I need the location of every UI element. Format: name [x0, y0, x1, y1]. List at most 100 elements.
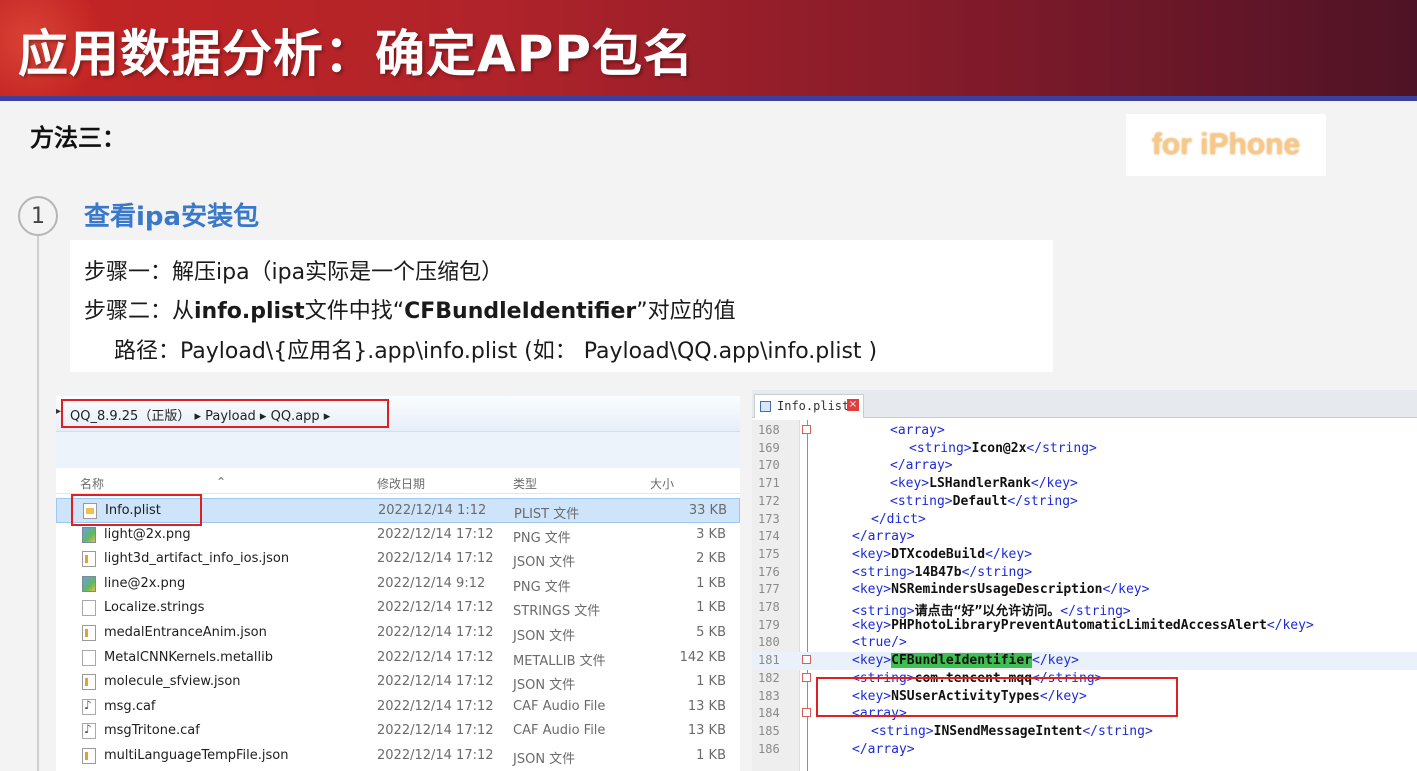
code-text: </array> — [852, 529, 915, 544]
code-text: <true/> — [852, 635, 907, 650]
tab-info-plist[interactable]: Info.plist × — [754, 394, 864, 418]
xml-tag: </key> — [1102, 582, 1150, 598]
file-type: JSON 文件 — [513, 555, 576, 571]
code-line: 181 <key>CFBundleIdentifier</key> — [752, 652, 1417, 670]
line-number: 184 — [758, 706, 780, 721]
step-two-key: CFBundleIdentifier — [404, 299, 637, 324]
save-disk-icon — [760, 401, 771, 412]
code-text: <string>14B47b</string> — [852, 565, 1032, 580]
fold-marker-icon[interactable] — [802, 425, 811, 434]
code-text: <key>DTXcodeBuild</key> — [852, 547, 1032, 562]
file-row[interactable]: multiLanguageTempFile.json 2022/12/14 17:… — [56, 744, 740, 769]
code-line: 179 <key>PHPhotoLibraryPreventAutomaticLi… — [752, 617, 1417, 635]
file-name: multiLanguageTempFile.json — [104, 748, 289, 763]
xml-value: 14B47b — [914, 564, 962, 580]
column-header-date[interactable]: 修改日期 — [377, 475, 425, 492]
xml-tag: <key> — [890, 476, 930, 492]
file-date: 2022/12/14 17:12 — [377, 551, 494, 567]
path-text: 路径：Payload\{应用名}.app\info.plist (如： Payl… — [114, 339, 878, 364]
file-date: 2022/12/14 17:12 — [377, 698, 494, 714]
file-type: PLIST 文件 — [514, 507, 580, 522]
steps-box: 步骤一：解压ipa（ipa实际是一个压缩包） 步骤二：从info.plist文件… — [70, 240, 1053, 372]
code-text: <string>Default</string> — [890, 494, 1078, 509]
fold-marker-icon[interactable] — [802, 708, 811, 718]
fold-marker-icon[interactable] — [802, 672, 811, 682]
audio-file-icon — [82, 698, 96, 715]
xml-tag: <key> — [852, 653, 892, 669]
line-number: 172 — [758, 493, 780, 508]
xml-tag: </key> — [1032, 653, 1079, 669]
file-row[interactable]: molecule_sfview.json 2022/12/14 17:12 JSON… — [56, 670, 740, 695]
file-row[interactable]: light3d_artifact_info_ios.json 2022/12/14… — [56, 547, 740, 572]
png-file-icon — [82, 526, 96, 543]
file-row[interactable]: line@2x.png 2022/12/14 9:12 PNG 文件 1 KB — [56, 572, 740, 597]
step-two-prefix: 步骤二：从 — [84, 299, 195, 324]
xml-tag: </key> — [1030, 476, 1078, 492]
line-number: 186 — [758, 741, 780, 756]
title-banner: 应用数据分析：确定APP包名 — [0, 0, 1417, 96]
code-area[interactable]: 168 <array> 169 <string>Icon@2x</string> 170… — [752, 420, 1417, 771]
step-two-middle: 文件中找“ — [304, 299, 405, 324]
line-number: 179 — [758, 617, 780, 632]
file-type: JSON 文件 — [513, 752, 576, 767]
method-label: 方法三： — [30, 124, 126, 152]
step-number-circle: 1 — [18, 196, 58, 236]
file-size: 1 KB — [696, 748, 726, 763]
code-text: <key>LSHandlerRank</key> — [890, 476, 1078, 491]
line-number: 185 — [758, 723, 780, 738]
banner-underline — [0, 96, 1417, 101]
file-date: 2022/12/14 17:12 — [377, 723, 494, 739]
step-two-filename: info.plist — [194, 299, 305, 324]
fold-marker-icon[interactable] — [802, 655, 811, 665]
file-type: PNG 文件 — [513, 579, 571, 595]
json-file-icon — [82, 748, 96, 764]
column-header-size[interactable]: 大小 — [650, 475, 674, 492]
line-number: 175 — [758, 546, 780, 561]
line-number: 180 — [758, 635, 780, 650]
xml-tag: <string> — [852, 564, 915, 580]
file-type: STRINGS 文件 — [513, 604, 601, 620]
column-header-name[interactable]: 名称 — [80, 475, 104, 492]
file-size: 1 KB — [696, 674, 726, 690]
file-date: 2022/12/14 17:12 — [377, 600, 494, 616]
json-file-icon — [82, 674, 96, 691]
file-type: METALLIB 文件 — [513, 653, 606, 669]
xml-tag: <string> — [890, 493, 953, 509]
file-row[interactable]: light@2x.png 2022/12/14 17:12 PNG 文件 3 KB — [56, 523, 740, 548]
line-number: 170 — [758, 458, 780, 473]
code-text: </dict> — [871, 512, 926, 527]
xml-tag: <key> — [852, 546, 892, 562]
code-line: 168 <array> — [752, 422, 1417, 440]
code-text: <key>PHPhotoLibraryPreventAutomaticLimit… — [852, 618, 1314, 633]
code-line: 178 <string>请点击“好”以允许访问。</string> — [752, 599, 1417, 619]
file-row[interactable]: msgTritone.caf 2022/12/14 17:12 CAF Audio … — [56, 719, 740, 744]
timeline-line — [37, 236, 39, 771]
xml-tag: <true/> — [852, 635, 907, 651]
tab-close-icon[interactable]: × — [847, 399, 859, 411]
step-two-suffix: ”对应的值 — [636, 299, 736, 324]
png-file-icon — [82, 575, 96, 592]
file-type: JSON 文件 — [513, 629, 576, 644]
address-highlight-box — [61, 399, 389, 428]
code-text: </array> — [890, 458, 953, 473]
for-iphone-badge: for iPhone — [1126, 114, 1326, 176]
code-text: </array> — [852, 742, 915, 757]
bundle-id-highlight-box — [816, 677, 1178, 717]
code-line: 186 </array> — [752, 741, 1417, 759]
xml-tag: </key> — [985, 546, 1033, 562]
file-row[interactable]: msg.caf 2022/12/14 17:12 CAF Audio File 13 … — [56, 695, 740, 720]
sort-caret-icon: ⌃ — [216, 475, 227, 489]
code-text: <array> — [890, 423, 945, 438]
column-header-type[interactable]: 类型 — [513, 475, 537, 492]
code-line: 180 <true/> — [752, 634, 1417, 652]
xml-tag: <key> — [852, 617, 892, 633]
file-row[interactable]: MetalCNNKernels.metallib 2022/12/14 17:12… — [56, 646, 740, 671]
file-row[interactable]: medalEntranceAnim.json 2022/12/14 17:12 JS… — [56, 621, 740, 646]
file-date: 2022/12/14 9:12 — [377, 575, 486, 591]
code-line: 176 <string>14B47b</string> — [752, 564, 1417, 582]
info-plist-highlight-box — [71, 494, 202, 526]
tab-label: Info.plist — [777, 399, 850, 413]
file-row[interactable]: Localize.strings 2022/12/14 17:12 STRINGS … — [56, 596, 740, 621]
code-line: 177 <key>NSRemindersUsageDescription</key… — [752, 581, 1417, 599]
xml-value: NSRemindersUsageDescription — [891, 582, 1103, 598]
